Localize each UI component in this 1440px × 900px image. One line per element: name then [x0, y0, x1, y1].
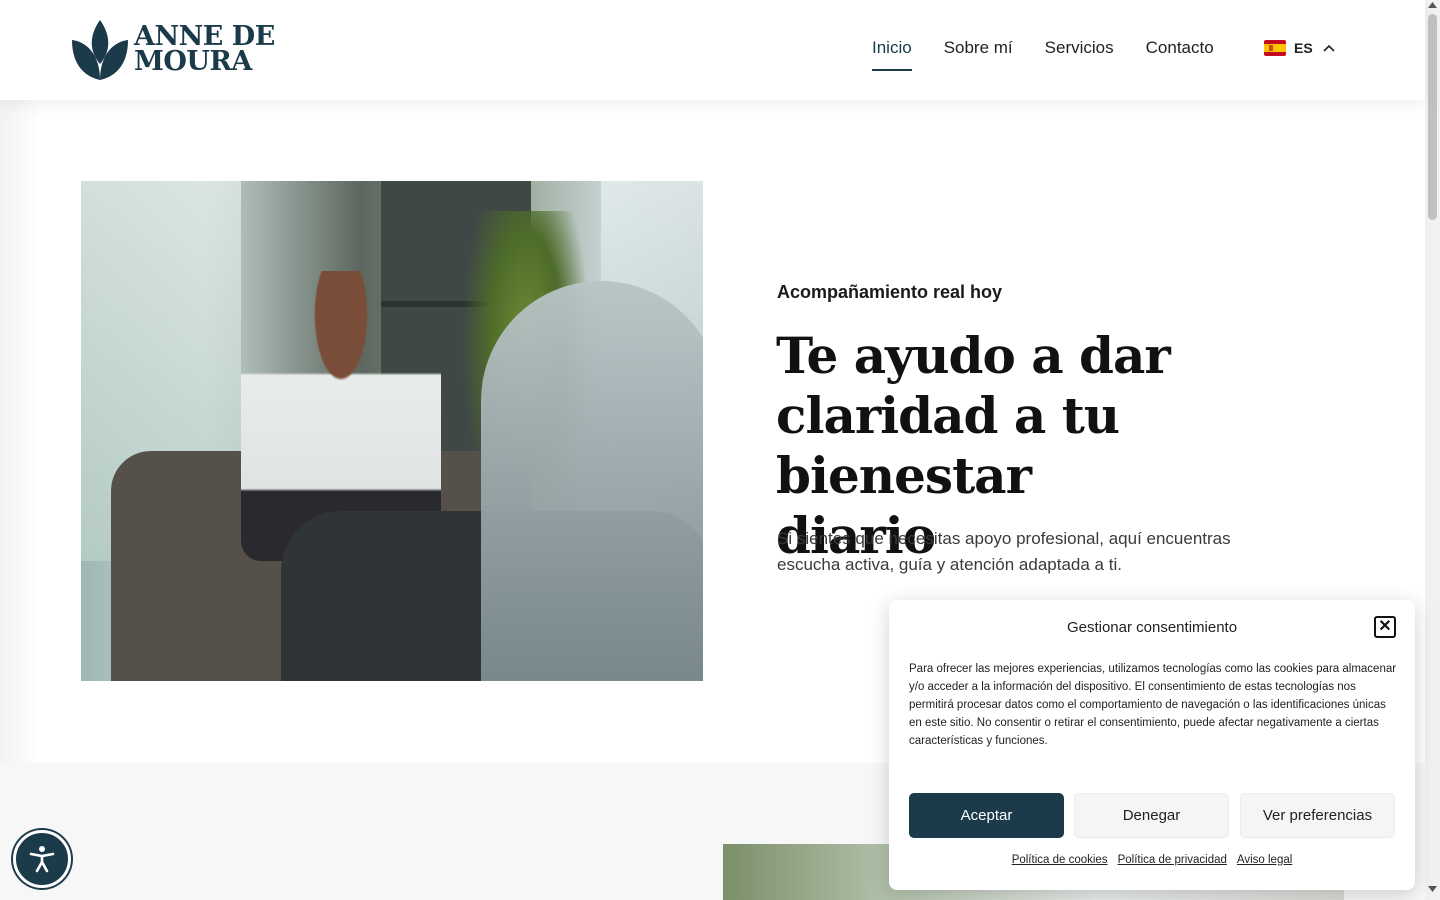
- accessibility-icon: [29, 846, 55, 873]
- nav-item-servicios[interactable]: Servicios: [1045, 38, 1114, 71]
- chevron-up-icon: [1323, 44, 1335, 52]
- consent-body: Para ofrecer las mejores experiencias, u…: [909, 663, 1397, 747]
- site-header: ANNE DE MOURA Inicio Sobre mí Servicios …: [0, 0, 1425, 100]
- main-nav: Inicio Sobre mí Servicios Contacto: [872, 38, 1246, 71]
- scrollbar-thumb[interactable]: [1428, 14, 1437, 220]
- scrollbar[interactable]: [1425, 0, 1440, 900]
- preferences-button[interactable]: Ver preferencias: [1240, 793, 1395, 838]
- nav-item-sobre-mi[interactable]: Sobre mí: [944, 38, 1013, 71]
- consent-links: Política de cookies Política de privacid…: [889, 854, 1415, 866]
- consent-title: Gestionar consentimiento: [1066, 619, 1238, 636]
- lotus-leaf-icon: [72, 20, 128, 80]
- logo-text: ANNE DE MOURA: [134, 23, 275, 77]
- language-code: ES: [1294, 40, 1313, 56]
- logo[interactable]: ANNE DE MOURA: [70, 18, 275, 82]
- accessibility-button[interactable]: [13, 830, 71, 888]
- close-icon[interactable]: ✕: [1374, 616, 1396, 638]
- consent-dialog: Gestionar consentimiento ✕ Para ofrecer …: [889, 600, 1415, 890]
- logo-line-2: MOURA: [134, 46, 252, 77]
- scroll-down-arrow-icon[interactable]: [1428, 886, 1437, 892]
- accept-button[interactable]: Aceptar: [909, 793, 1064, 838]
- privacy-policy-link[interactable]: Política de privacidad: [1118, 854, 1227, 866]
- hero-subtext: Si sientes que necesitas apoyo profesion…: [777, 529, 1231, 574]
- hero-image: [81, 181, 703, 681]
- language-switcher[interactable]: ES: [1264, 40, 1335, 56]
- cookie-policy-link[interactable]: Política de cookies: [1012, 854, 1108, 866]
- nav-item-contacto[interactable]: Contacto: [1146, 38, 1214, 71]
- spain-flag-icon: [1264, 40, 1286, 56]
- scroll-up-arrow-icon[interactable]: [1428, 2, 1437, 8]
- hero-eyebrow: Acompañamiento real hoy: [777, 282, 1003, 302]
- nav-item-inicio[interactable]: Inicio: [872, 38, 912, 71]
- deny-button[interactable]: Denegar: [1074, 793, 1229, 838]
- legal-notice-link[interactable]: Aviso legal: [1237, 854, 1292, 866]
